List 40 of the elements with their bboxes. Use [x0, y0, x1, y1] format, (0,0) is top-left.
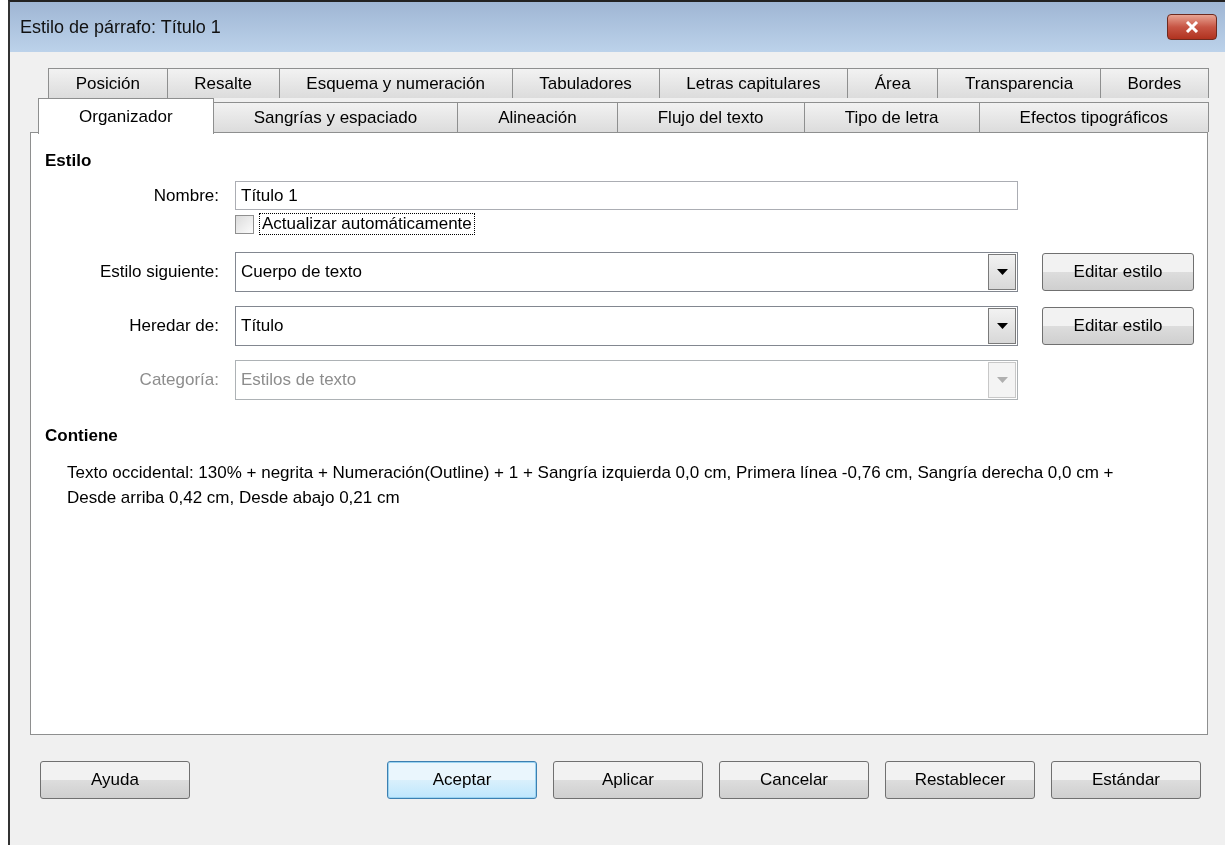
field-label: Heredar de:: [128, 316, 220, 336]
style-description: Texto occidental: 130% + negrita + Numeración(Outline) + 1 + Sangría izquierda 0,0 cm, Primera línea -0,76 cm, Sangría derecha 0,0 cm + Desde arriba 0,42 cm, Desde abajo 0,21 cm: [67, 462, 1115, 509]
dialog-button[interactable]: Aplicar: [553, 761, 703, 799]
field-label: Nombre:: [152, 185, 220, 206]
dialog-button[interactable]: Restablecer: [885, 761, 1035, 799]
dialog-button[interactable]: Estándar: [1051, 761, 1201, 799]
tab[interactable]: Posición: [48, 68, 168, 98]
field-label: Estilo siguiente:: [98, 262, 220, 282]
tab[interactable]: Organizador: [38, 98, 214, 134]
tab[interactable]: Tipo de letra: [803, 102, 980, 132]
edit-style-button[interactable]: Editar estilo: [1042, 253, 1194, 291]
tab[interactable]: Bordes: [1099, 68, 1210, 98]
checkbox[interactable]: [235, 214, 254, 234]
input-field[interactable]: Título 1: [235, 181, 1018, 210]
dialog-button[interactable]: Cancelar: [719, 761, 869, 799]
tab[interactable]: Resalte: [166, 68, 280, 98]
tab[interactable]: Sangrías y espaciado: [212, 102, 459, 132]
field-label: Categoría:: [138, 370, 220, 390]
tab[interactable]: Tabuladores: [511, 68, 660, 98]
dropdown-arrow-icon: [996, 269, 1008, 275]
tab[interactable]: Esquema y numeración: [278, 68, 513, 98]
close-icon: [1184, 21, 1200, 33]
dropdown-arrow-icon: [996, 323, 1008, 329]
tab[interactable]: Flujo del texto: [616, 102, 805, 132]
section-heading: Contiene: [45, 426, 119, 446]
tab[interactable]: Letras capitulares: [658, 68, 849, 98]
dialog-button[interactable]: Ayuda: [40, 761, 190, 799]
dropdown-arrow-icon: [996, 377, 1008, 383]
edit-style-button[interactable]: Editar estilo: [1042, 307, 1194, 345]
dialog-button[interactable]: Aceptar: [387, 761, 537, 799]
section-heading: Estilo: [45, 151, 93, 171]
dropdown[interactable]: Cuerpo de texto: [235, 252, 1018, 292]
tab[interactable]: Transparencia: [937, 68, 1101, 98]
tab[interactable]: Efectos tipográficos: [978, 102, 1209, 132]
tab[interactable]: Área: [847, 68, 939, 98]
close-button[interactable]: [1167, 14, 1217, 40]
dropdown[interactable]: Título: [235, 306, 1018, 346]
window-title: Estilo de párrafo: Título 1: [20, 16, 221, 38]
checkbox-label[interactable]: Actualizar automáticamente: [260, 214, 474, 234]
tab[interactable]: Alineación: [457, 102, 618, 132]
